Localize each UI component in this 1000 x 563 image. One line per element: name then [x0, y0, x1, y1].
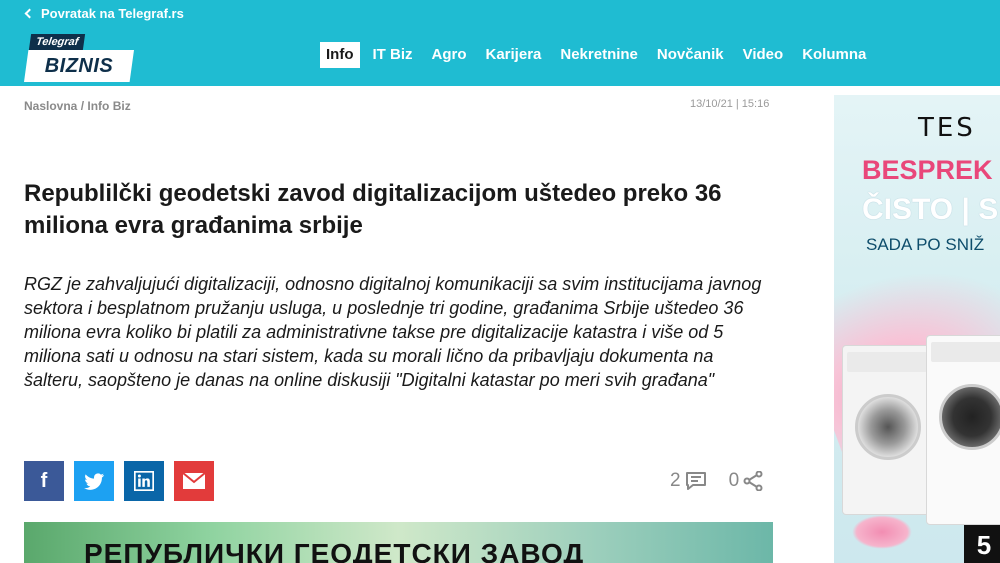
ad-badge: 5 [964, 525, 1000, 563]
article-main-image: РЕПУБЛИЧКИ ГЕОДЕТСКИ ЗАВОД [24, 522, 773, 563]
linkedin-share-button[interactable] [124, 461, 164, 501]
ad-headline-1: BESPREK [862, 155, 993, 185]
article-lead: RGZ je zahvaljujući digitalizaciji, odno… [24, 274, 762, 390]
back-link-label: Povratak na Telegraf.rs [41, 6, 184, 21]
article-counters: 2 0 [670, 470, 763, 492]
sidebar-advertisement[interactable]: TES BESPREK ČISTO | S SADA PO SNIŽ 5 [834, 95, 1000, 563]
share-icon [743, 471, 763, 491]
section-nav: Info IT Biz Agro Karijera Nekretnine Nov… [320, 42, 879, 68]
share-buttons: f [24, 461, 214, 501]
ad-petal-decoration [852, 515, 912, 549]
comments-count: 2 [670, 470, 681, 491]
ad-brand-logo: TES [918, 113, 976, 143]
nav-item-info[interactable]: Info [320, 42, 360, 68]
facebook-share-button[interactable]: f [24, 461, 64, 501]
twitter-share-button[interactable] [74, 461, 114, 501]
top-bar: Povratak na Telegraf.rs [0, 0, 1000, 28]
comments-counter[interactable]: 2 [670, 470, 707, 492]
email-share-button[interactable] [174, 461, 214, 501]
shares-counter[interactable]: 0 [729, 470, 764, 492]
article-timestamp: 13/10/21 | 15:16 [690, 98, 770, 110]
breadcrumb-section-link[interactable]: Info Biz [87, 99, 130, 113]
nav-item-video[interactable]: Video [737, 42, 790, 68]
breadcrumb-home-link[interactable]: Naslovna [24, 99, 77, 113]
comment-icon [685, 472, 706, 490]
logo-biznis-text: BIZNIS [44, 54, 114, 77]
nav-item-agro[interactable]: Agro [426, 42, 473, 68]
article-title: Republilčki geodetski zavod digitalizaci… [24, 180, 722, 239]
facebook-icon: f [40, 469, 48, 492]
twitter-icon [84, 472, 104, 490]
nav-item-it-biz[interactable]: IT Biz [367, 42, 419, 68]
washing-machine-image [842, 345, 932, 515]
back-to-telegraf-link[interactable]: Povratak na Telegraf.rs [24, 6, 184, 21]
nav-item-novcanik[interactable]: Novčanik [651, 42, 730, 68]
main-navbar: Telegraf BIZNIS Info IT Biz Agro Karijer… [0, 28, 1000, 86]
washing-machine-image [926, 335, 1000, 525]
breadcrumb-separator: / [77, 99, 88, 113]
nav-item-karijera[interactable]: Karijera [480, 42, 548, 68]
email-icon [183, 473, 205, 489]
logo-telegraf-text: Telegraf [28, 34, 86, 50]
breadcrumb: Naslovna / Info Biz [24, 99, 131, 113]
image-sign-text: РЕПУБЛИЧКИ ГЕОДЕТСКИ ЗАВОД [84, 538, 585, 563]
ad-headline-2: ČISTO | S [862, 193, 999, 226]
shares-count: 0 [728, 470, 740, 491]
nav-item-nekretnine[interactable]: Nekretnine [554, 42, 644, 68]
telegraf-biznis-logo[interactable]: Telegraf BIZNIS [24, 34, 134, 84]
linkedin-icon [134, 471, 154, 491]
nav-item-kolumna[interactable]: Kolumna [796, 42, 872, 68]
chevron-left-icon [24, 8, 35, 19]
